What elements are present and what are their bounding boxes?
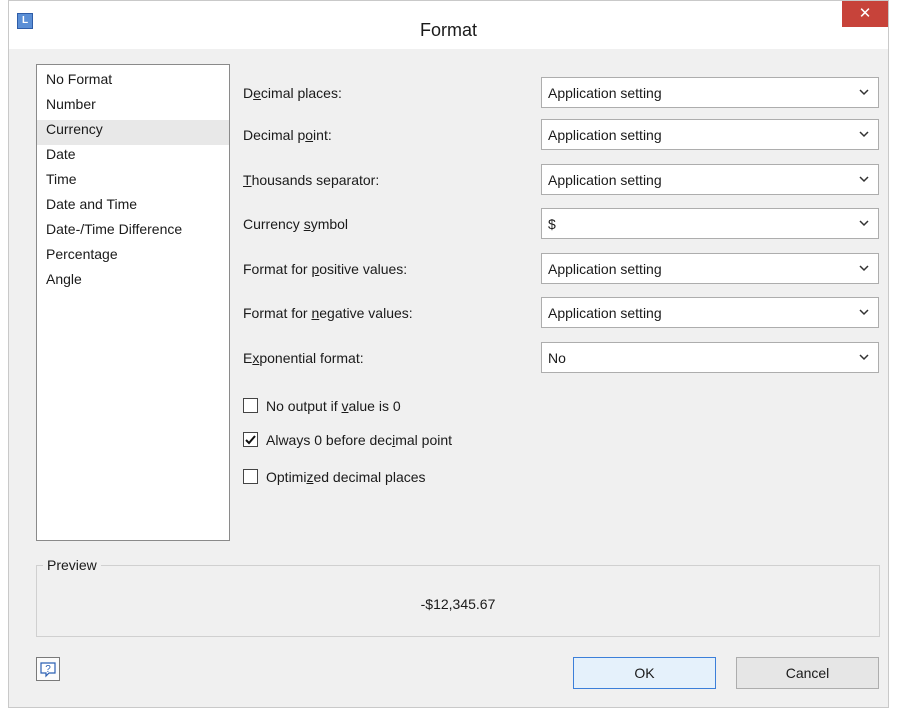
list-item-no-format[interactable]: No Format [37,70,229,95]
positive-format-value: Application setting [548,261,662,277]
checkmark-icon [245,435,256,445]
positive-format-label: Format for positive values: [243,261,408,277]
cancel-button[interactable]: Cancel [736,657,879,689]
optimized-decimal-checkbox[interactable]: Optimized decimal places [243,467,483,489]
preview-value: -$12,345.67 [420,596,496,612]
dialog-title: Format [419,20,477,40]
chevron-down-icon [859,89,869,96]
thousands-separator-row: Thousands separator: Application setting [243,164,879,198]
list-item-currency[interactable]: Currency [37,120,229,145]
decimal-places-row: Decimal places: Application setting [243,77,879,111]
format-type-list[interactable]: No Format Number Currency Date Time Date… [36,64,230,541]
negative-format-select[interactable]: Application setting [541,297,879,328]
chevron-down-icon [859,354,869,361]
list-item-angle[interactable]: Angle [37,270,229,295]
negative-format-row: Format for negative values: Application … [243,297,879,331]
close-icon: ✕ [858,5,872,22]
checkbox-box[interactable] [243,432,258,447]
decimal-places-value: Application setting [548,85,662,101]
exponential-format-value: No [548,350,566,366]
exponential-format-row: Exponential format: No [243,342,879,376]
svg-text:?: ? [45,664,51,675]
question-bubble-icon: ? [40,662,56,678]
chevron-down-icon [859,176,869,183]
checkbox-box[interactable] [243,398,258,413]
always-zero-label: Always 0 before decimal point [266,432,453,448]
negative-format-label: Format for negative values: [243,305,413,321]
decimal-point-value: Application setting [548,127,662,143]
list-item-percentage[interactable]: Percentage [37,245,229,270]
always-zero-checkbox[interactable]: Always 0 before decimal point [243,430,513,452]
thousands-separator-label: Thousands separator: [243,172,380,188]
chevron-down-icon [859,220,869,227]
currency-symbol-value: $ [548,216,556,232]
positive-format-row: Format for positive values: Application … [243,253,879,287]
list-item-date-and-time[interactable]: Date and Time [37,195,229,220]
close-button[interactable]: ✕ [842,1,888,27]
decimal-places-label: Decimal places: [243,85,342,101]
no-output-zero-label: No output if value is 0 [266,398,401,414]
negative-format-value: Application setting [548,305,662,321]
format-dialog: L Format ✕ No Format Number Currency Dat… [8,0,889,708]
list-item-date[interactable]: Date [37,145,229,170]
checkbox-box[interactable] [243,469,258,484]
thousands-separator-value: Application setting [548,172,662,188]
currency-symbol-select[interactable]: $ [541,208,879,239]
decimal-places-select[interactable]: Application setting [541,77,879,108]
ok-button[interactable]: OK [573,657,716,689]
chevron-down-icon [859,309,869,316]
decimal-point-row: Decimal point: Application setting [243,119,879,153]
help-button[interactable]: ? [36,657,60,681]
exponential-format-label: Exponential format: [243,350,364,366]
currency-symbol-row: Currency symbol $ [243,208,879,242]
decimal-point-label: Decimal point: [243,127,332,143]
chevron-down-icon [859,265,869,272]
list-item-number[interactable]: Number [37,95,229,120]
chevron-down-icon [859,131,869,138]
no-output-zero-checkbox[interactable]: No output if value is 0 [243,396,463,418]
preview-group: -$12,345.67 [36,565,880,637]
title-bar: L Format ✕ [9,1,888,49]
list-item-time[interactable]: Time [37,170,229,195]
decimal-point-select[interactable]: Application setting [541,119,879,150]
thousands-separator-select[interactable]: Application setting [541,164,879,195]
optimized-decimal-label: Optimized decimal places [266,469,426,485]
preview-legend: Preview [43,557,101,573]
exponential-format-select[interactable]: No [541,342,879,373]
currency-symbol-label: Currency symbol [243,216,349,232]
list-item-date-time-difference[interactable]: Date-/Time Difference [37,220,229,245]
positive-format-select[interactable]: Application setting [541,253,879,284]
